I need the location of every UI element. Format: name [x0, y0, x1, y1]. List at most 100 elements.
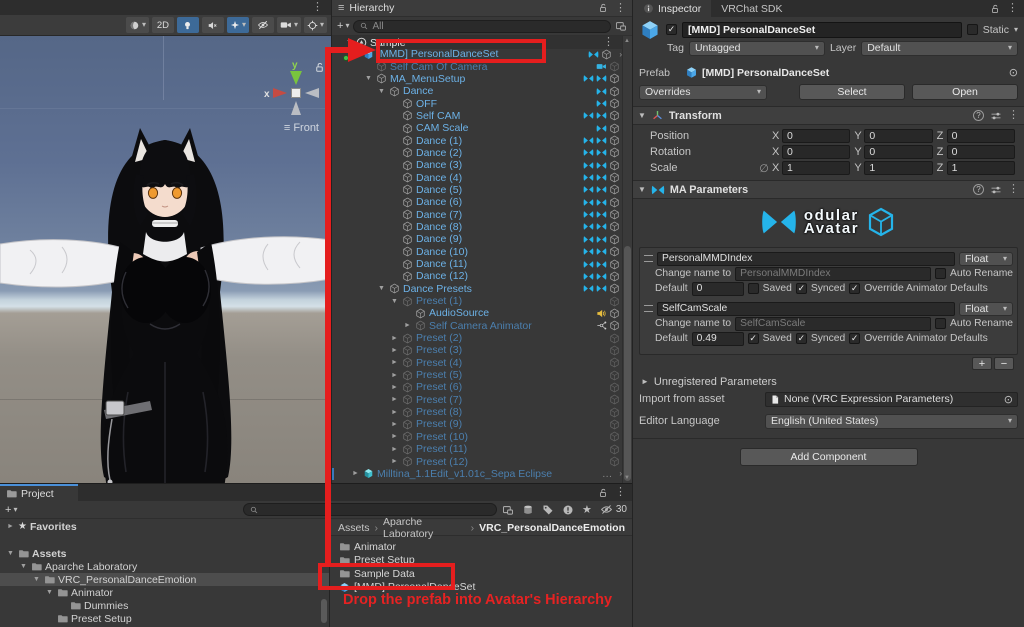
add-component-button[interactable]: Add Component [739, 448, 918, 466]
editor-language-dropdown[interactable]: English (United States) ▾ [765, 413, 1018, 429]
override-checkbox[interactable]: ✓ [849, 333, 861, 344]
project-content-row[interactable]: Sample Data [339, 567, 632, 581]
hierarchy-row[interactable]: ► Preset (9) [332, 418, 622, 430]
foldout-icon[interactable]: ► [6, 523, 15, 530]
foldout-icon[interactable]: ▼ [364, 75, 373, 82]
foldout-icon[interactable]: ► [390, 359, 399, 366]
link-icon[interactable]: ∅ [756, 162, 772, 175]
search-by-type-icon[interactable] [522, 504, 534, 516]
project-create-button[interactable]: + ▾ [5, 504, 17, 516]
default-value-field[interactable]: 0 [691, 281, 744, 296]
scene-visibility-button[interactable] [251, 17, 274, 33]
remove-parameter-button[interactable]: − [994, 357, 1014, 370]
hierarchy-row[interactable]: ► Preset (8) [332, 406, 622, 418]
gizmo-projection-label[interactable]: ≡ Front [284, 122, 319, 134]
foldout-icon[interactable]: ► [390, 384, 399, 391]
hierarchy-row[interactable]: Self CAM [332, 110, 622, 122]
foldout-icon[interactable]: ▼ [638, 111, 646, 120]
static-checkbox[interactable] [966, 24, 978, 35]
auto-rename-checkbox[interactable] [935, 318, 947, 329]
hierarchy-row[interactable]: ▼ Dance [332, 85, 622, 97]
import-asset-object-field[interactable]: None (VRC Expression Parameters) ⊙ [765, 391, 1018, 407]
hierarchy-row[interactable]: CAM Scale [332, 122, 622, 134]
project-content-row[interactable]: Animator [339, 540, 632, 554]
object-name-field[interactable]: [MMD] PersonalDanceSet [682, 21, 962, 38]
hierarchy-row[interactable]: Dance (10) [332, 246, 622, 258]
axis-value-field[interactable]: 0 [782, 129, 851, 143]
auto-rename-checkbox[interactable] [935, 268, 947, 279]
param-type-dropdown[interactable]: Float ▾ [959, 251, 1013, 266]
foldout-icon[interactable]: ▼ [45, 589, 54, 596]
foldout-icon[interactable]: ▼ [346, 39, 353, 46]
unregistered-parameters-foldout[interactable]: ► Unregistered Parameters [633, 373, 1024, 390]
foldout-icon[interactable]: ▼ [19, 563, 28, 570]
hierarchy-row[interactable]: ▼ [MMD] PersonalDanceSet › [332, 48, 622, 61]
hierarchy-row[interactable]: Dance (12) [332, 270, 622, 282]
axis-value-field[interactable]: 0 [864, 145, 933, 159]
project-content-row[interactable]: Preset Setup [339, 554, 632, 568]
hierarchy-row[interactable]: ► Preset (12) [332, 455, 622, 468]
project-kebab-menu-icon[interactable]: ⋮ [615, 487, 626, 498]
presets-icon[interactable] [990, 184, 1002, 196]
project-tree-row[interactable]: ▼ Animator [0, 586, 329, 599]
axis-value-field[interactable]: 0 [946, 129, 1015, 143]
change-name-field[interactable]: PersonalMMDIndex [735, 266, 932, 281]
hierarchy-row[interactable]: ► Preset (10) [332, 431, 622, 443]
project-tree-row[interactable]: ▼ Assets [0, 547, 329, 560]
hierarchy-row[interactable]: Dance (11) [332, 258, 622, 270]
breadcrumb-item[interactable]: Aparche Laboratory [383, 516, 466, 540]
lock-icon[interactable] [314, 62, 325, 73]
hierarchy-row[interactable]: ▼ MA_MenuSetup [332, 73, 622, 85]
object-picker-icon[interactable]: ⊙ [1009, 66, 1018, 79]
project-tree-row[interactable]: ► ★ Favorites [0, 520, 329, 533]
foldout-icon[interactable]: ► [390, 421, 399, 428]
change-name-field[interactable]: SelfCamScale [735, 316, 932, 331]
tab-vrchat-sdk[interactable]: VRChat SDK [711, 0, 792, 17]
foldout-icon[interactable]: ▼ [638, 185, 646, 194]
foldout-icon[interactable]: ► [351, 470, 360, 477]
hierarchy-row[interactable]: ► Preset (11) [332, 443, 622, 455]
foldout-icon[interactable]: ► [390, 458, 399, 465]
override-checkbox[interactable]: ✓ [849, 283, 861, 294]
breadcrumb-item[interactable]: Assets [338, 522, 370, 534]
static-dropdown-icon[interactable]: ▾ [1014, 25, 1018, 34]
help-icon[interactable]: ? [973, 184, 984, 195]
search-by-label-icon[interactable] [542, 504, 554, 516]
scene-audio-button[interactable] [201, 17, 224, 33]
effects-button[interactable]: ▾ [226, 17, 249, 33]
foldout-icon[interactable]: ▼ [377, 88, 386, 95]
help-icon[interactable]: ? [973, 110, 984, 121]
hierarchy-row[interactable]: ▼ Preset (1) [332, 295, 622, 307]
hierarchy-row[interactable]: ► Preset (3) [332, 344, 622, 356]
foldout-icon[interactable]: ▼ [32, 576, 41, 583]
hierarchy-row[interactable]: Dance (3) [332, 159, 622, 171]
default-value-field[interactable]: 0.49 [691, 331, 744, 346]
hierarchy-row[interactable]: Dance (2) [332, 147, 622, 159]
hierarchy-row[interactable]: Dance (9) [332, 233, 622, 245]
window-picker-icon[interactable] [615, 20, 627, 32]
foldout-icon[interactable]: ▼ [377, 285, 386, 292]
foldout-icon[interactable]: ► [390, 433, 399, 440]
hierarchy-row[interactable]: ► Preset (4) [332, 357, 622, 369]
scrollbar-thumb[interactable] [321, 599, 327, 623]
foldout-icon[interactable]: ► [390, 372, 399, 379]
foldout-icon[interactable]: ► [403, 322, 412, 329]
scene-row-kebab-icon[interactable]: ⋮ [603, 37, 614, 48]
component-kebab-icon[interactable]: ⋮ [1008, 184, 1019, 195]
project-tree-row[interactable]: ▼ Aparche Laboratory [0, 560, 329, 573]
hierarchy-row[interactable]: ► Preset (2) [332, 332, 622, 344]
hierarchy-row[interactable]: AudioSource [332, 307, 622, 319]
hierarchy-row[interactable]: Self Cam Of Camera [332, 60, 622, 73]
inspector-kebab-menu-icon[interactable]: ⋮ [1007, 3, 1018, 14]
axis-value-field[interactable]: 0 [782, 145, 851, 159]
tag-dropdown[interactable]: Untagged ▾ [688, 40, 825, 56]
scene-viewport[interactable]: y x ≡ Front [0, 36, 331, 483]
foldout-icon[interactable]: ► [390, 396, 399, 403]
hidden-count-eye-icon[interactable] [600, 503, 613, 516]
project-tree-row[interactable]: Dummies [0, 599, 329, 612]
hierarchy-row[interactable]: OFF [332, 97, 622, 110]
lock-icon[interactable] [990, 4, 1000, 14]
saved-checkbox[interactable]: ✓ [747, 333, 759, 344]
hierarchy-row[interactable]: Dance (4) [332, 171, 622, 184]
overrides-dropdown[interactable]: Overrides ▾ [639, 84, 767, 100]
